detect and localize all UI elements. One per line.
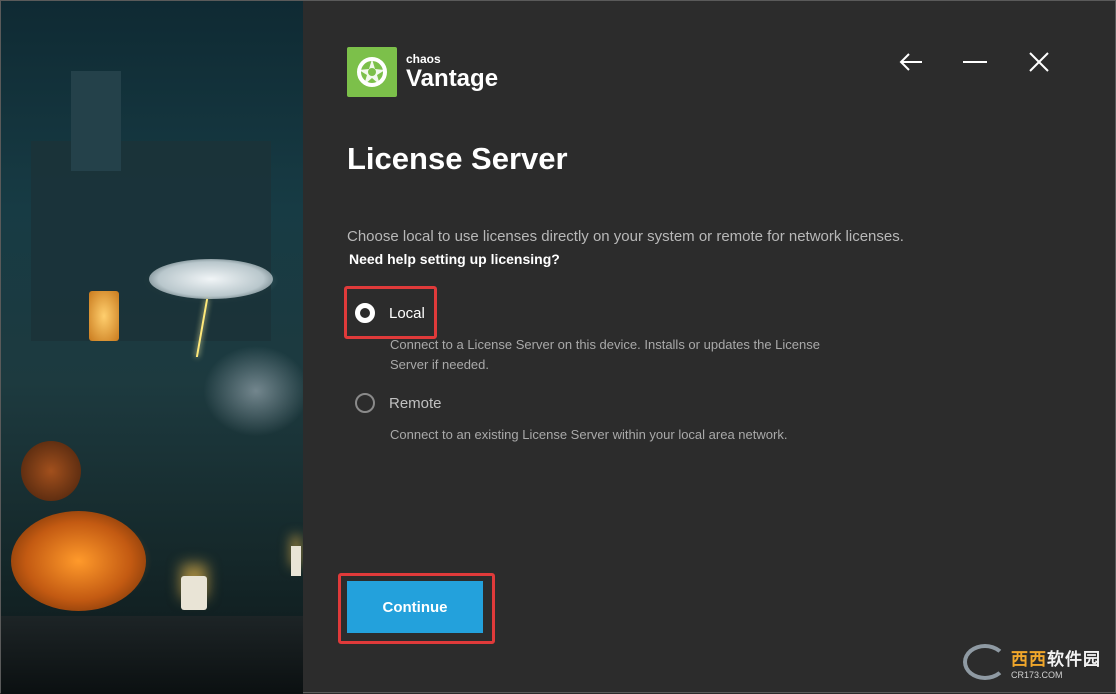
back-arrow-icon[interactable] [879, 49, 943, 75]
close-icon[interactable] [1007, 49, 1071, 75]
art-candle-right [291, 546, 301, 576]
page-title: License Server [347, 141, 568, 176]
remote-description: Connect to an existing License Server wi… [390, 427, 788, 442]
radio-remote-label: Remote [389, 394, 442, 412]
art-small-pumpkin [21, 441, 81, 501]
continue-button[interactable]: Continue [347, 581, 483, 633]
window-controls [879, 49, 1071, 75]
art-house [31, 141, 271, 341]
local-description: Connect to a License Server on this devi… [390, 337, 820, 372]
watermark-url: CR173.COM [1011, 669, 1063, 680]
radio-local-selected[interactable] [355, 303, 375, 323]
brand-company: chaos [406, 52, 441, 66]
halloween-artwork [1, 1, 303, 694]
chaos-vantage-logo: chaos Vantage [347, 47, 498, 97]
installer-window: chaos Vantage License Server Choose loca… [0, 0, 1116, 694]
art-water [1, 616, 303, 694]
radio-option-local[interactable]: Local [355, 303, 425, 323]
art-lit-window [89, 291, 119, 341]
vantage-logo-icon [347, 47, 397, 97]
brand-product: Vantage [406, 65, 499, 92]
license-panel: chaos Vantage License Server Choose loca… [303, 1, 1116, 694]
page-description: Choose local to use licenses directly on… [347, 228, 904, 245]
watermark-logo-icon [963, 644, 1007, 680]
site-watermark: 西西软件园 CR173.COM [963, 644, 1101, 680]
radio-option-remote[interactable]: Remote [355, 393, 442, 413]
radio-remote-unselected[interactable] [355, 393, 375, 413]
watermark-name: 西西软件园 [1011, 649, 1101, 669]
licensing-help-link[interactable]: Need help setting up licensing? [349, 251, 560, 267]
radio-local-label: Local [389, 304, 425, 322]
art-jack-o-lantern [11, 511, 146, 611]
art-chimney [71, 71, 121, 171]
minimize-icon[interactable] [943, 49, 1007, 75]
art-candle [181, 576, 207, 610]
art-storm-cloud [149, 259, 273, 299]
